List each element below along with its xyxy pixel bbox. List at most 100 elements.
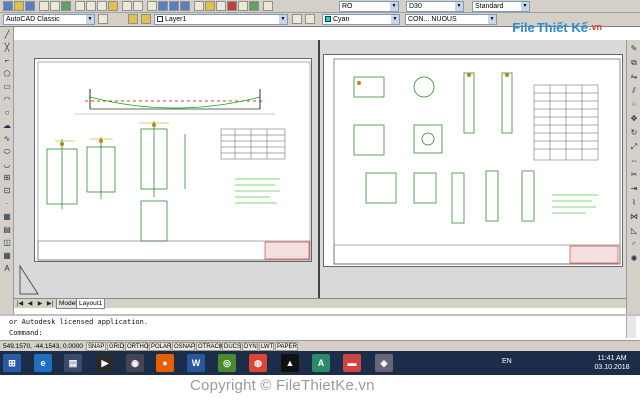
sheet-set-icon[interactable] xyxy=(227,1,237,11)
table-style-dropdown[interactable]: Standard ▼ xyxy=(472,1,530,12)
last-tab-icon[interactable]: ▶| xyxy=(46,300,54,308)
join-icon[interactable]: ⋈ xyxy=(629,212,639,222)
command-prompt[interactable]: Command: xyxy=(9,329,43,337)
redo-icon[interactable] xyxy=(133,1,143,11)
help-icon[interactable] xyxy=(263,1,273,11)
snap-toggle[interactable]: SNAP xyxy=(86,342,106,351)
fillet-icon[interactable]: ◜ xyxy=(629,240,639,250)
tray-language[interactable]: EN xyxy=(502,358,512,365)
layer-previous-icon[interactable] xyxy=(305,14,315,24)
stretch-icon[interactable]: ⇔ xyxy=(629,156,639,166)
ellipse-icon[interactable]: ⬭ xyxy=(2,147,12,157)
lightbulb-icon[interactable] xyxy=(141,14,151,24)
quickcalc-icon[interactable] xyxy=(249,1,259,11)
zoom-previous-icon[interactable] xyxy=(180,1,190,11)
app-a-icon[interactable]: A xyxy=(312,354,330,372)
extend-icon[interactable]: ⇥ xyxy=(629,184,639,194)
hatch-icon[interactable]: ▦ xyxy=(2,212,12,222)
save-icon[interactable] xyxy=(25,1,35,11)
mirror-icon[interactable]: ⇋ xyxy=(629,72,639,82)
ie-icon[interactable]: e xyxy=(34,354,52,372)
media-player-icon[interactable]: ▶ xyxy=(96,354,114,372)
offset-icon[interactable]: ⫽ xyxy=(629,86,639,96)
open-file-icon[interactable] xyxy=(14,1,24,11)
chrome-alt-icon[interactable]: ◎ xyxy=(218,354,236,372)
workspace-settings-icon[interactable] xyxy=(98,14,108,24)
pan-icon[interactable] xyxy=(147,1,157,11)
prev-tab-icon[interactable]: ◀ xyxy=(26,300,34,308)
polyline-icon[interactable]: ⌐ xyxy=(2,56,12,66)
osnap-toggle[interactable]: OSNAP xyxy=(172,342,195,351)
new-file-icon[interactable] xyxy=(3,1,13,11)
scale-icon[interactable]: ⤢ xyxy=(629,142,639,152)
zoom-window-icon[interactable] xyxy=(169,1,179,11)
trim-icon[interactable]: ✂ xyxy=(629,170,639,180)
otrack-toggle[interactable]: OTRACK xyxy=(196,342,223,351)
erase-icon[interactable]: ✎ xyxy=(629,44,639,54)
command-window[interactable]: or Autodesk licensed application. Comman… xyxy=(0,314,640,340)
spline-icon[interactable]: ∿ xyxy=(2,134,12,144)
viewport-right-sheet[interactable] xyxy=(323,54,623,267)
layer-dropdown[interactable]: Layer1 ▼ xyxy=(154,14,288,25)
arc-icon[interactable]: ◠ xyxy=(2,95,12,105)
tab-layout1[interactable]: Layout1 xyxy=(76,299,106,309)
move-icon[interactable]: ✥ xyxy=(629,114,639,124)
layer-properties-icon[interactable] xyxy=(128,14,138,24)
region-icon[interactable]: ◫ xyxy=(2,238,12,248)
color-dropdown[interactable]: Cyan ▼ xyxy=(322,14,400,25)
polar-toggle[interactable]: POLAR xyxy=(149,342,171,351)
autocad-app-icon[interactable]: ▲ xyxy=(281,354,299,372)
markup-icon[interactable] xyxy=(238,1,248,11)
multiline-text-icon[interactable]: A xyxy=(2,264,12,274)
insert-block-icon[interactable]: ⊞ xyxy=(2,173,12,183)
match-properties-icon[interactable] xyxy=(108,1,118,11)
array-icon[interactable]: ⁘ xyxy=(629,100,639,110)
start-icon[interactable]: ⊞ xyxy=(3,354,21,372)
plot-preview-icon[interactable] xyxy=(50,1,60,11)
dyn-toggle[interactable]: DYN xyxy=(242,342,258,351)
copy-icon[interactable] xyxy=(86,1,96,11)
paper-toggle[interactable]: PAPER xyxy=(275,342,298,351)
app-gray-icon[interactable]: ◈ xyxy=(375,354,393,372)
file-explorer-icon[interactable]: ▤ xyxy=(64,354,82,372)
tool-palettes-icon[interactable] xyxy=(216,1,226,11)
publish-icon[interactable] xyxy=(61,1,71,11)
make-layer-current-icon[interactable] xyxy=(292,14,302,24)
linetype-dropdown[interactable]: CON... NUOUS ▼ xyxy=(405,14,497,25)
properties-icon[interactable] xyxy=(194,1,204,11)
gradient-icon[interactable]: ▤ xyxy=(2,225,12,235)
rectangle-icon[interactable]: ▭ xyxy=(2,82,12,92)
undo-icon[interactable] xyxy=(122,1,132,11)
dim-style-dropdown[interactable]: D30 ▼ xyxy=(406,1,464,12)
polygon-icon[interactable]: ⬠ xyxy=(2,69,12,79)
paste-icon[interactable] xyxy=(97,1,107,11)
grid-toggle[interactable]: GRID xyxy=(107,342,124,351)
table-icon[interactable]: ▦ xyxy=(2,251,12,261)
viewport-left-sheet[interactable] xyxy=(34,58,312,262)
ortho-toggle[interactable]: ORTHO xyxy=(125,342,149,351)
first-tab-icon[interactable]: |◀ xyxy=(16,300,24,308)
camera-icon[interactable]: ◉ xyxy=(126,354,144,372)
lwt-toggle[interactable]: LWT xyxy=(259,342,274,351)
point-icon[interactable]: · xyxy=(2,199,12,209)
firefox-icon[interactable]: ● xyxy=(156,354,174,372)
app-red-icon[interactable]: ▬ xyxy=(343,354,361,372)
command-scrollbar[interactable] xyxy=(626,316,636,338)
text-style-dropdown[interactable]: RO ▼ xyxy=(339,1,399,12)
line-tool-icon[interactable]: ╱ xyxy=(2,30,12,40)
tray-clock[interactable]: 11:41 AM 03.10.2018 xyxy=(590,354,634,372)
revision-cloud-icon[interactable]: ☁ xyxy=(2,121,12,131)
ellipse-arc-icon[interactable]: ◡ xyxy=(2,160,12,170)
make-block-icon[interactable]: ⊡ xyxy=(2,186,12,196)
zoom-realtime-icon[interactable] xyxy=(158,1,168,11)
cut-icon[interactable] xyxy=(75,1,85,11)
construction-line-icon[interactable]: ╳ xyxy=(2,43,12,53)
print-icon[interactable] xyxy=(39,1,49,11)
break-icon[interactable]: ⌇ xyxy=(629,198,639,208)
circle-icon[interactable]: ○ xyxy=(2,108,12,118)
copy-object-icon[interactable]: ⧉ xyxy=(629,58,639,68)
chrome-icon[interactable]: ◍ xyxy=(249,354,267,372)
ducs-toggle[interactable]: DUCS xyxy=(222,342,241,351)
word-icon[interactable]: W xyxy=(187,354,205,372)
explode-icon[interactable]: ✺ xyxy=(629,254,639,264)
